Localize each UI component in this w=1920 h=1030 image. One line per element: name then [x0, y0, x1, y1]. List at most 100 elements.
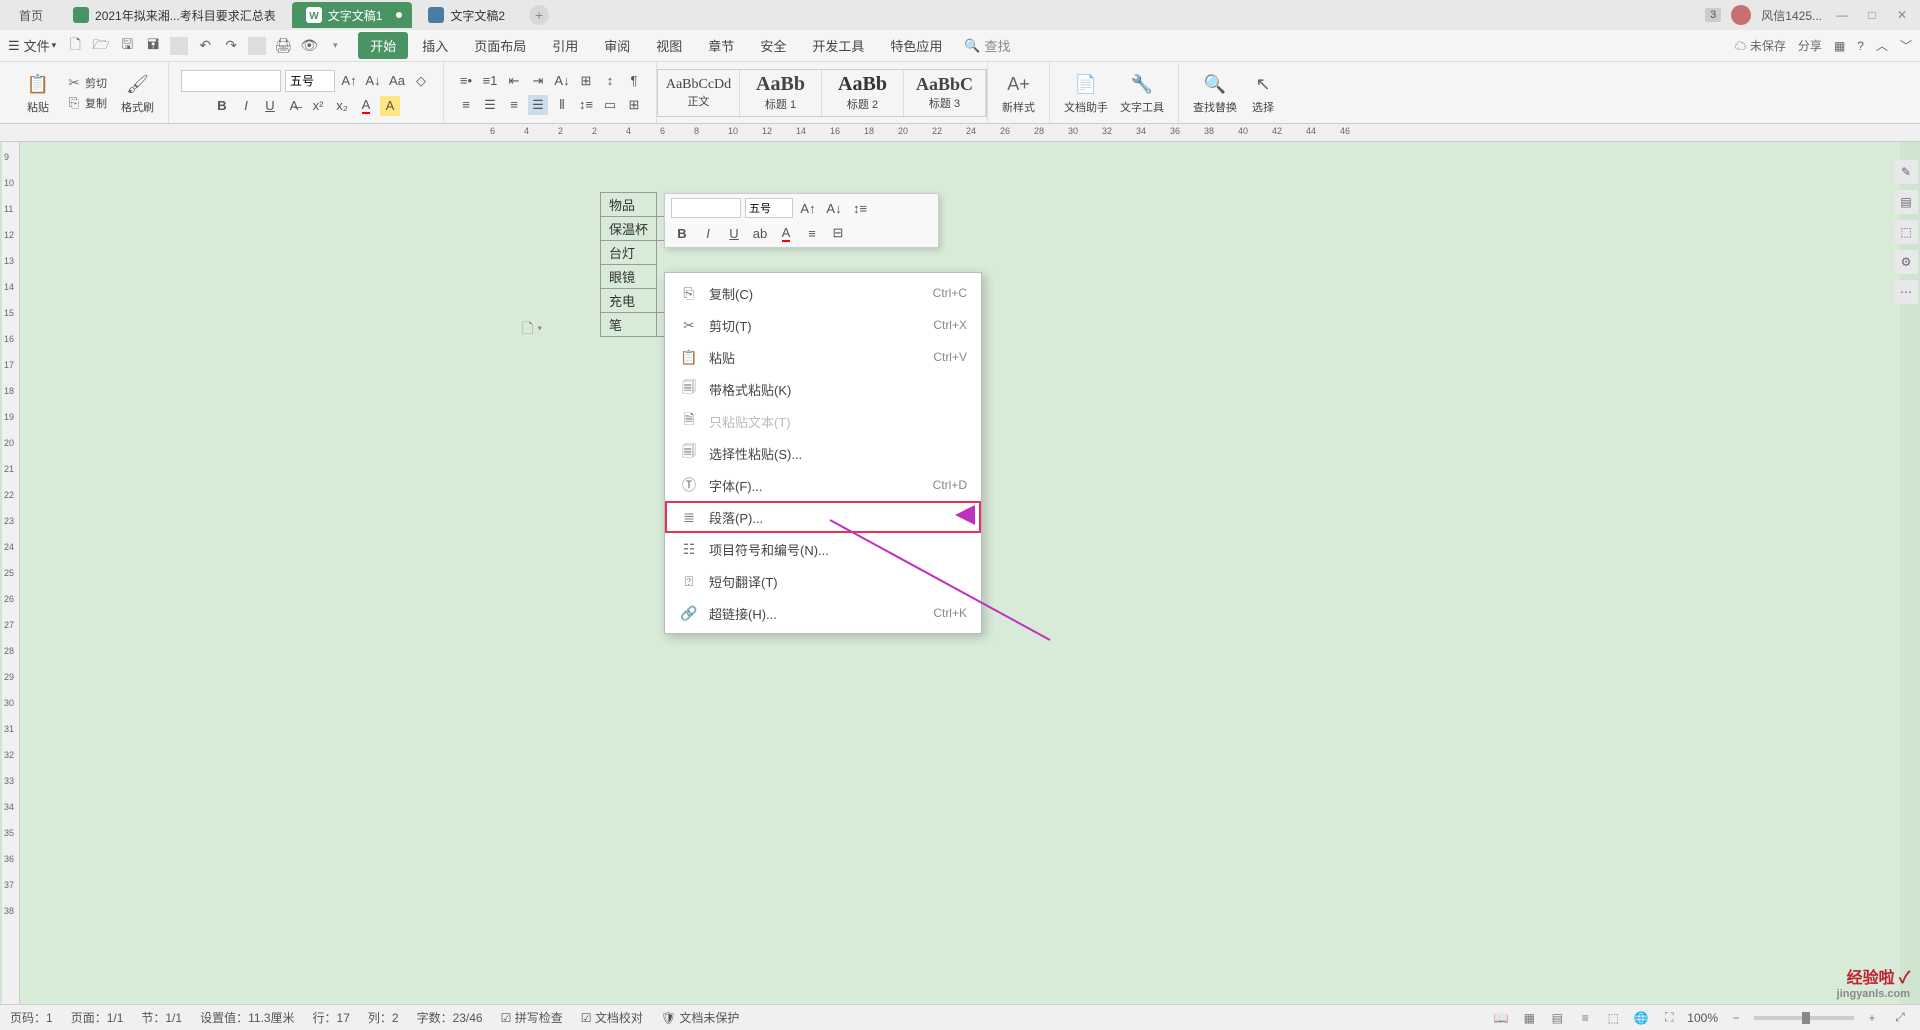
- status-proof[interactable]: ☑ 文档校对: [581, 1009, 643, 1026]
- menu-layout[interactable]: 页面布局: [462, 32, 538, 59]
- file-menu[interactable]: ☰ 文件 ▾: [8, 36, 56, 55]
- search-box[interactable]: 🔍 查找: [964, 36, 1010, 55]
- rt-select[interactable]: ⬚: [1894, 220, 1918, 244]
- saveas-icon[interactable]: 🖬: [144, 37, 162, 55]
- line-spacing-icon[interactable]: ↕: [600, 71, 620, 91]
- avatar[interactable]: [1731, 5, 1751, 25]
- rt-more[interactable]: ⋯: [1894, 280, 1918, 304]
- view-print-icon[interactable]: ▦: [1519, 1008, 1539, 1028]
- menu-security[interactable]: 安全: [748, 32, 798, 59]
- cm-paste[interactable]: 📋粘贴Ctrl+V: [665, 341, 981, 373]
- close-button[interactable]: ✕: [1892, 5, 1912, 25]
- menu-dev[interactable]: 开发工具: [800, 32, 876, 59]
- view-globe-icon[interactable]: 🌐: [1631, 1008, 1651, 1028]
- style-gallery[interactable]: AaBbCcDd正文 AaBb标题 1 AaBb标题 2 AaBbC标题 3: [657, 69, 987, 117]
- mini-highlight-icon[interactable]: ab: [749, 222, 771, 244]
- mini-grow-icon[interactable]: A↑: [797, 197, 819, 219]
- status-pages[interactable]: 页面：1/1: [71, 1009, 124, 1026]
- bullets-icon[interactable]: ≡•: [456, 71, 476, 91]
- copy-button[interactable]: ⎘复制: [62, 93, 111, 113]
- notif-badge[interactable]: 3: [1705, 8, 1721, 22]
- menu-special[interactable]: 特色应用: [878, 32, 954, 59]
- style-body[interactable]: AaBbCcDd正文: [658, 70, 740, 116]
- style-h3[interactable]: AaBbC标题 3: [904, 70, 986, 116]
- help-icon[interactable]: ?: [1857, 39, 1864, 53]
- strike-icon[interactable]: A̶: [284, 96, 304, 116]
- indent-icon[interactable]: ⇥: [528, 71, 548, 91]
- view-outline-icon[interactable]: ≡: [1575, 1008, 1595, 1028]
- style-h2[interactable]: AaBb标题 2: [822, 70, 904, 116]
- align-center-icon[interactable]: ☰: [480, 95, 500, 115]
- cm-copy[interactable]: ⎘复制(C)Ctrl+C: [665, 277, 981, 309]
- save-icon[interactable]: 🖫: [118, 37, 136, 55]
- borders-icon[interactable]: ⊞: [624, 95, 644, 115]
- change-case-icon[interactable]: Aa: [387, 71, 407, 91]
- zoom-in-icon[interactable]: +: [1862, 1008, 1882, 1028]
- print-icon[interactable]: 🖨: [274, 37, 292, 55]
- mini-font-input[interactable]: [671, 198, 741, 218]
- zoom-label[interactable]: 100%: [1687, 1011, 1718, 1025]
- menu-view[interactable]: 视图: [644, 32, 694, 59]
- mini-linespacing-icon[interactable]: ↕≡: [849, 197, 871, 219]
- linespace-icon[interactable]: ↕≡: [576, 95, 596, 115]
- style-h1[interactable]: AaBb标题 1: [740, 70, 822, 116]
- select-button[interactable]: ↖选择: [1243, 69, 1283, 117]
- distribute-icon[interactable]: ⫴: [552, 95, 572, 115]
- view-fullwidth-icon[interactable]: ⬚: [1603, 1008, 1623, 1028]
- cm-bullets[interactable]: ☷项目符号和编号(N)...: [665, 533, 981, 565]
- qr-icon[interactable]: ▦: [1834, 39, 1845, 53]
- underline-icon[interactable]: U: [260, 96, 280, 116]
- clear-format-icon[interactable]: ◇: [411, 71, 431, 91]
- sort-icon[interactable]: A↓: [552, 71, 572, 91]
- cm-hyperlink[interactable]: 🔗超链接(H)...Ctrl+K: [665, 597, 981, 629]
- view-web-icon[interactable]: ▤: [1547, 1008, 1567, 1028]
- status-spell[interactable]: ☑ 拼写检查: [501, 1009, 563, 1026]
- paste-button[interactable]: 📋粘贴: [18, 69, 58, 117]
- cm-paragraph[interactable]: ≣段落(P)...: [665, 501, 981, 533]
- mini-underline-icon[interactable]: U: [723, 222, 745, 244]
- doc-helper-button[interactable]: 📄文档助手: [1058, 69, 1114, 117]
- bold-icon[interactable]: B: [212, 96, 232, 116]
- tab-home[interactable]: 首页: [5, 2, 57, 28]
- new-style-button[interactable]: A+新样式: [996, 69, 1041, 117]
- menu-section[interactable]: 章节: [696, 32, 746, 59]
- mini-bold-icon[interactable]: B: [671, 222, 693, 244]
- rt-props[interactable]: ⚙: [1894, 250, 1918, 274]
- shading-icon[interactable]: ▭: [600, 95, 620, 115]
- redo-icon[interactable]: ↷: [222, 37, 240, 55]
- ruler-vertical[interactable]: 9101112131415161718192021222324252627282…: [2, 142, 20, 1004]
- subscript-icon[interactable]: x₂: [332, 96, 352, 116]
- new-icon[interactable]: 🗋: [66, 37, 84, 55]
- menu-review[interactable]: 审阅: [592, 32, 642, 59]
- font-name-input[interactable]: [181, 70, 281, 92]
- menu-ref[interactable]: 引用: [540, 32, 590, 59]
- numbering-icon[interactable]: ≡1: [480, 71, 500, 91]
- cm-translate[interactable]: ⍰短句翻译(T): [665, 565, 981, 597]
- rt-nav[interactable]: ▤: [1894, 190, 1918, 214]
- open-icon[interactable]: 🗁: [92, 37, 110, 55]
- tab-doc2[interactable]: 文字文稿2: [414, 2, 519, 28]
- format-painter-button[interactable]: 🖌格式刷: [115, 69, 160, 117]
- align-right-icon[interactable]: ≡: [504, 95, 524, 115]
- status-protect[interactable]: 🛡 文档未保护: [661, 1009, 740, 1026]
- maximize-button[interactable]: □: [1862, 5, 1882, 25]
- showmarks-icon[interactable]: ¶: [624, 71, 644, 91]
- mini-align-icon[interactable]: ≡: [801, 222, 823, 244]
- zoom-slider[interactable]: [1754, 1016, 1854, 1020]
- tab-sheet[interactable]: 2021年拟来湘...考科目要求汇总表: [59, 2, 290, 28]
- status-page[interactable]: 页码：1: [10, 1009, 53, 1026]
- superscript-icon[interactable]: x²: [308, 96, 328, 116]
- fit-icon[interactable]: ⤢: [1890, 1008, 1910, 1028]
- text-tools-button[interactable]: 🔧文字工具: [1114, 69, 1170, 117]
- view-fullscreen-icon[interactable]: ⛶: [1659, 1008, 1679, 1028]
- font-size-input[interactable]: [285, 70, 335, 92]
- collapse-up-icon[interactable]: ︿: [1876, 37, 1888, 54]
- cm-paste-special[interactable]: 🗐选择性粘贴(S)...: [665, 437, 981, 469]
- undo-icon[interactable]: ↶: [196, 37, 214, 55]
- mini-fontcolor-icon[interactable]: A: [775, 222, 797, 244]
- share-link[interactable]: 分享: [1798, 37, 1822, 54]
- cm-cut[interactable]: ✂剪切(T)Ctrl+X: [665, 309, 981, 341]
- table-icon[interactable]: ⊞: [576, 71, 596, 91]
- italic-icon[interactable]: I: [236, 96, 256, 116]
- zoom-out-icon[interactable]: −: [1726, 1008, 1746, 1028]
